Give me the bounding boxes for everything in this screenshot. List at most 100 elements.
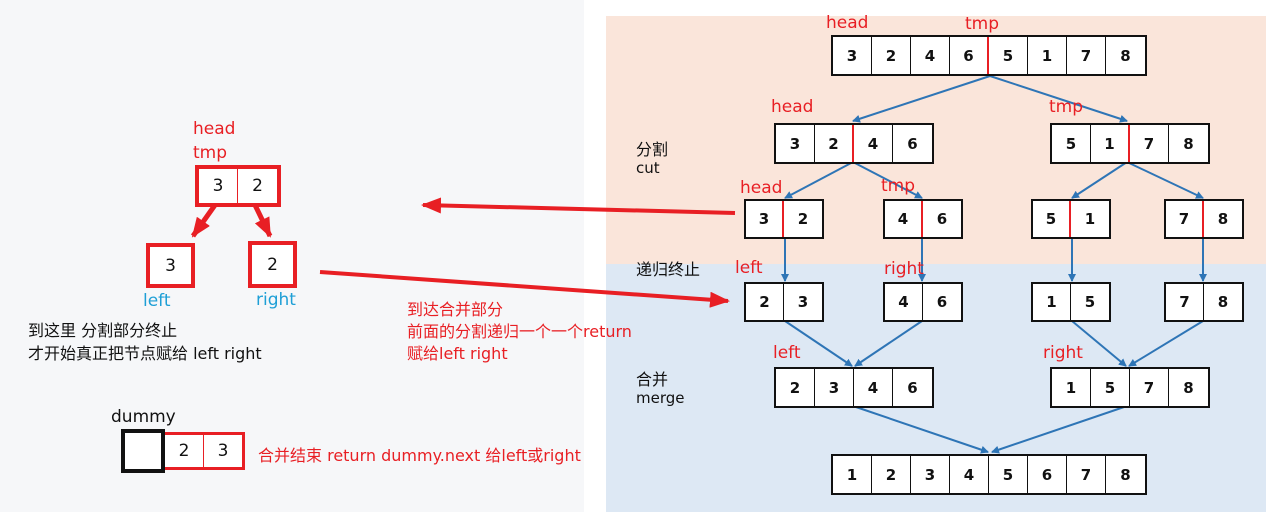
cut-label: 分割 [636, 140, 669, 159]
single-left-cell: 3 [165, 255, 176, 276]
level2-array-c: 5 1 [1031, 199, 1111, 239]
dummy-label: dummy [111, 407, 176, 427]
single-left-box: 3 [146, 243, 195, 288]
level1-left-cell: 2 [815, 125, 854, 162]
level2-tmp-label: tmp [881, 176, 916, 196]
level3-cell: 3 [797, 293, 809, 311]
level0-array: 3 2 4 6 5 1 7 8 [831, 35, 1147, 76]
single-right-cell: 2 [267, 254, 278, 275]
level2-cell: 4 [885, 201, 923, 237]
middle-note-line1: 到达合并部分 [407, 300, 504, 319]
level3-array-d: 7 8 [1164, 282, 1244, 322]
level0-cell: 3 [833, 37, 872, 74]
pair-cell: 3 [199, 169, 238, 203]
cut-arrow-1b-right [1126, 161, 1204, 199]
merge-label: 合并 [636, 370, 669, 389]
cut-arrow-1a-left [784, 161, 854, 199]
dummy-list-cell: 3 [217, 441, 229, 461]
level4-left-cell: 4 [854, 369, 893, 406]
level3-right-label: right [884, 259, 924, 279]
level1-right-cell: 8 [1183, 134, 1194, 153]
level1-left-cell: 6 [907, 134, 918, 153]
left-caption: left [143, 291, 171, 311]
stop-label: 递归终止 [636, 260, 701, 279]
dummy-list-cell: 2 [165, 435, 204, 467]
level5-array: 1 2 3 4 5 6 7 8 [831, 454, 1147, 495]
pair-tmp-label: tmp [193, 143, 228, 163]
level4-right-array: 1 5 7 8 [1050, 367, 1210, 408]
merge-arrow-b [854, 320, 923, 367]
level5-cell: 6 [1028, 456, 1067, 493]
level1-left-cell: 3 [776, 125, 815, 162]
pair-cell: 2 [252, 176, 263, 196]
level2-array-a: 3 2 [744, 199, 824, 239]
dummy-node [121, 429, 165, 473]
cut-arrow-0-left [852, 75, 991, 123]
red-arrow-to-right [252, 203, 273, 238]
merge-arrow-e [852, 405, 989, 454]
level3-left-label: left [735, 258, 763, 278]
level5-cell: 8 [1120, 465, 1131, 484]
level1-right-cell: 5 [1052, 125, 1091, 162]
pair-array: 3 2 [195, 165, 281, 207]
level3-cell: 5 [1084, 293, 1096, 311]
level5-cell: 3 [911, 456, 950, 493]
level4-right-label: right [1043, 343, 1083, 363]
level2-cell: 6 [936, 210, 948, 228]
level2-head-label: head [740, 178, 783, 198]
level4-left-cell: 6 [907, 378, 918, 397]
level3-cell: 8 [1217, 293, 1229, 311]
level5-cell: 1 [833, 456, 872, 493]
level1-left-cell: 4 [854, 125, 893, 162]
level0-cell: 7 [1067, 37, 1106, 74]
level5-cell: 4 [950, 456, 989, 493]
cut-arrow-1b-left [1071, 161, 1128, 199]
merge-arrow-d [1128, 320, 1204, 367]
level0-cell: 5 [989, 37, 1028, 74]
level0-cell: 6 [950, 37, 989, 74]
level0-cell: 1 [1028, 37, 1067, 74]
level2-cell: 8 [1217, 210, 1229, 228]
level3-array-b: 4 6 [883, 282, 963, 322]
level3-array-a: 2 3 [744, 282, 824, 322]
merge-arrow-f [991, 405, 1128, 454]
level5-cell: 7 [1067, 456, 1106, 493]
pair-head-label: head [193, 119, 236, 139]
level2-cell: 1 [1084, 210, 1096, 228]
level0-head-label: head [826, 13, 869, 33]
level4-left-cell: 2 [776, 369, 815, 406]
level4-left-label: left [773, 343, 801, 363]
level4-right-cell: 5 [1091, 369, 1130, 406]
merge-end-note: 合并结束 return dummy.next 给left或right [258, 446, 581, 465]
level3-cell: 4 [885, 284, 923, 320]
note-line2: 才开始真正把节点赋给 left right [28, 344, 262, 363]
red-arrow-to-left [190, 203, 218, 238]
level2-cell: 3 [746, 201, 784, 237]
right-caption: right [256, 290, 296, 310]
single-right-box: 2 [248, 241, 297, 288]
level2-array-b: 4 6 [883, 199, 963, 239]
level4-right-cell: 7 [1130, 369, 1169, 406]
level4-right-cell: 8 [1183, 378, 1194, 397]
level2-array-d: 7 8 [1164, 199, 1244, 239]
level3-cell: 7 [1166, 284, 1204, 320]
dummy-list: 2 3 [165, 432, 245, 470]
level3-cell: 6 [936, 293, 948, 311]
merge-label-en: merge [636, 389, 685, 407]
level2-cell: 7 [1166, 201, 1204, 237]
note-line1: 到这里 分割部分终止 [28, 321, 178, 340]
level4-left-array: 2 3 4 6 [774, 367, 934, 408]
level1-left-array: 3 2 4 6 [774, 123, 934, 164]
level0-cell: 8 [1120, 46, 1131, 65]
level1-right-cell: 7 [1130, 125, 1169, 162]
cut-label-en: cut [636, 159, 660, 177]
level4-right-cell: 1 [1052, 369, 1091, 406]
level3-cell: 2 [746, 284, 784, 320]
level5-cell: 2 [872, 456, 911, 493]
level1-tmp-label: tmp [1049, 97, 1084, 117]
level2-cell: 2 [797, 210, 809, 228]
red-arrow-back [421, 197, 736, 215]
level1-head-label: head [771, 97, 814, 117]
level0-cell: 2 [872, 37, 911, 74]
middle-note-line3: 赋给left right [407, 344, 508, 363]
